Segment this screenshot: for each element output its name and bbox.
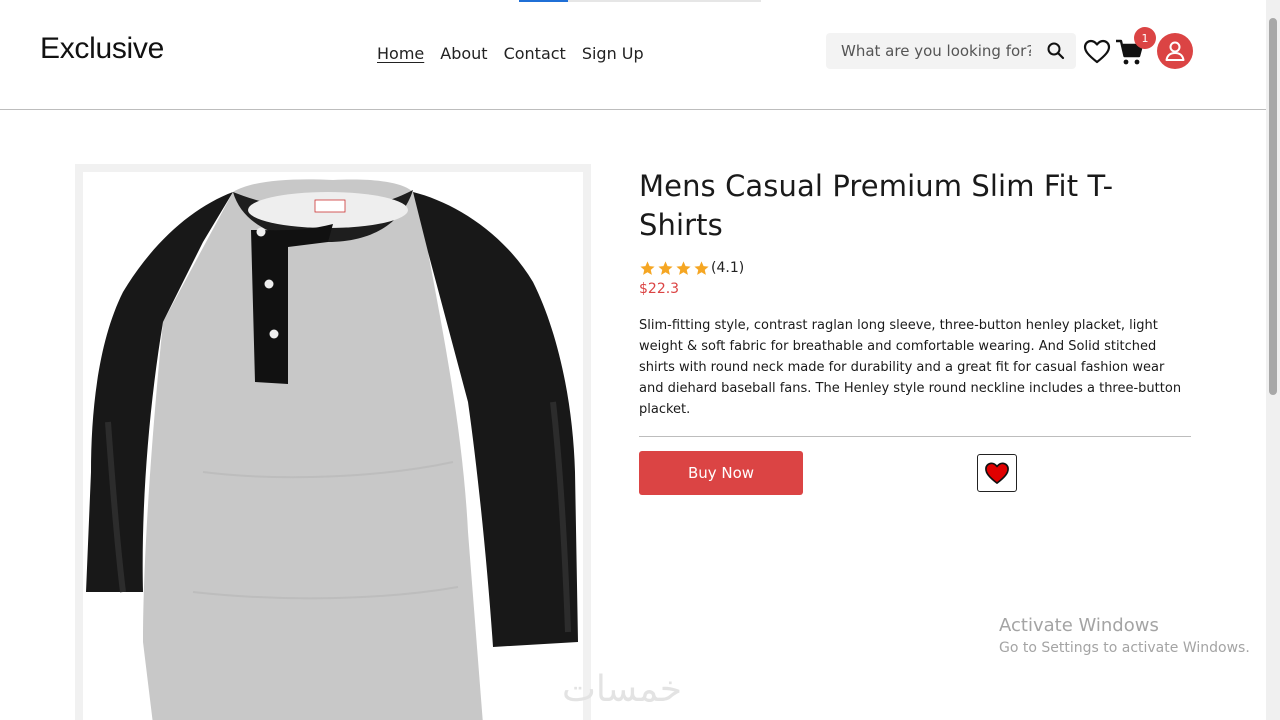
account-avatar[interactable] (1157, 33, 1193, 69)
buy-now-button[interactable]: Buy Now (639, 451, 803, 495)
user-icon (1165, 41, 1185, 61)
favorite-button[interactable] (977, 454, 1017, 492)
scrollbar-thumb[interactable] (1269, 18, 1277, 395)
nav-home[interactable]: Home (377, 44, 424, 63)
star-icon (694, 260, 709, 275)
watermark: خمسات (562, 669, 683, 710)
windows-activation-notice: Activate Windows Go to Settings to activ… (999, 614, 1250, 658)
product-price: $22.3 (639, 281, 680, 297)
rating-value: (4.1) (711, 260, 745, 276)
search-icon[interactable] (1046, 41, 1066, 61)
product-image-frame (75, 164, 591, 720)
star-icon (658, 260, 673, 275)
product-rating: (4.1) (639, 257, 1191, 279)
heart-outline-icon[interactable] (1083, 38, 1111, 66)
main-nav: Home About Contact Sign Up (377, 44, 644, 63)
nav-about[interactable]: About (440, 44, 487, 63)
activation-title: Activate Windows (999, 615, 1159, 636)
brand-logo[interactable]: Exclusive (40, 32, 164, 66)
site-header: Exclusive Home About Contact Sign Up 1 (0, 0, 1266, 110)
heart-filled-icon (985, 462, 1009, 484)
rating-stars (639, 260, 710, 277)
tshirt-illustration (86, 179, 578, 720)
product-image (83, 172, 583, 720)
nav-sign-up[interactable]: Sign Up (582, 44, 644, 63)
activation-subtitle: Go to Settings to activate Windows. (999, 640, 1250, 656)
cart-count-badge: 1 (1134, 27, 1156, 49)
star-icon (676, 260, 691, 275)
nav-contact[interactable]: Contact (504, 44, 566, 63)
search-input[interactable] (826, 42, 1031, 60)
product-info: Mens Casual Premium Slim Fit T-Shirts (4… (639, 167, 1191, 437)
product-title: Mens Casual Premium Slim Fit T-Shirts (639, 169, 1114, 242)
star-icon (640, 260, 655, 275)
page-scrollbar[interactable] (1266, 0, 1280, 720)
product-description: Slim-fitting style, contrast raglan long… (639, 318, 1182, 417)
search-box (826, 33, 1076, 69)
info-divider (639, 436, 1191, 437)
